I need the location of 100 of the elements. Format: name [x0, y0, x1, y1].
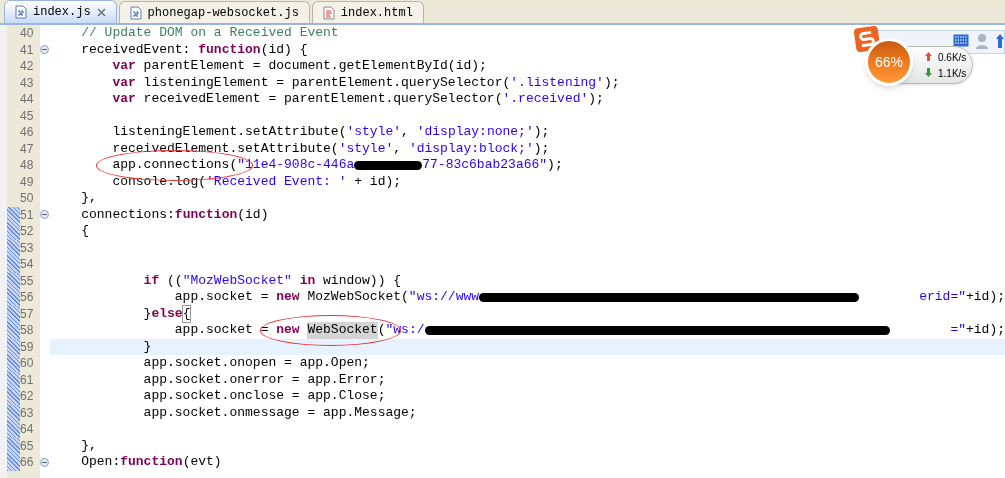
line-number: 55	[20, 272, 34, 289]
string-text: 'display:block;'	[408, 140, 534, 157]
line-number: 40	[20, 25, 34, 42]
keyword-text: var	[112, 74, 136, 91]
line-number: 63	[20, 404, 34, 421]
line-number: 66	[20, 454, 34, 471]
code-text: ((	[166, 272, 183, 289]
keyword-text: new	[276, 289, 300, 306]
js-file-icon	[129, 5, 142, 20]
memory-percent: 66%	[875, 52, 903, 72]
line-number: 65	[20, 437, 34, 454]
line-number: 45	[20, 107, 34, 124]
collapse-icon[interactable]	[40, 210, 49, 220]
line-number: 64	[20, 421, 34, 438]
code-text: ,	[401, 124, 410, 141]
code-text: parentElement = document.getElementById(id);	[142, 58, 487, 75]
string-text: "ws:/	[385, 322, 425, 339]
code-text: app.socket =	[174, 322, 270, 339]
code-text: app.socket.onerror = app.Error;	[143, 371, 386, 388]
string-text: 'Received Event: '	[206, 173, 347, 190]
code-text: );	[533, 124, 550, 141]
string-text: "ws://www	[408, 289, 480, 306]
code-text: receivedElement = parentElement.querySelector(	[142, 91, 503, 108]
collapse-icon[interactable]	[40, 457, 49, 467]
string-text: "11e4-908c-446a	[237, 157, 355, 174]
line-number: 60	[20, 355, 34, 372]
line-number: 62	[20, 388, 34, 405]
code-text: );	[547, 157, 563, 174]
line-number: 51	[20, 206, 34, 223]
keyword-text: function	[174, 206, 238, 223]
upload-speed: 0.6K/s	[938, 51, 967, 65]
code-text: }	[143, 338, 152, 355]
code-text: (id)	[237, 206, 269, 223]
code-text: app.socket.onclose = app.Close;	[143, 388, 386, 405]
string-text: '.listening'	[510, 74, 604, 91]
keyword-text: else	[151, 305, 183, 322]
code-text: );	[533, 140, 550, 157]
code-text: {	[81, 223, 89, 240]
keyword-text: function	[120, 454, 183, 471]
code-text: + id);	[353, 173, 402, 190]
line-number: 46	[20, 124, 34, 141]
line-number: 54	[20, 256, 34, 273]
keyword-text: var	[112, 58, 136, 75]
line-number: 52	[20, 223, 34, 240]
download-arrow-icon	[925, 68, 932, 77]
keyword-text: in	[298, 272, 316, 289]
html-file-icon	[322, 5, 335, 20]
line-number: 41	[20, 41, 34, 58]
keyword-text: if	[143, 272, 160, 289]
line-number: 53	[20, 239, 34, 256]
code-text: +id);	[966, 322, 1005, 339]
editor-tab[interactable]: phonegap-websocket.js	[118, 1, 310, 23]
code-text: }	[143, 305, 152, 322]
code-text: Open:	[81, 454, 121, 471]
keyword-text: var	[112, 91, 136, 108]
line-number: 57	[20, 305, 34, 322]
code-text: window)) {	[322, 272, 402, 289]
line-number: 49	[20, 173, 34, 190]
matched-bracket: {	[182, 305, 191, 322]
upload-arrow-icon	[925, 52, 932, 61]
code-text: ,	[393, 140, 403, 157]
code-text: receivedEvent:	[81, 41, 192, 58]
string-text: ="	[950, 322, 966, 339]
collapse-icon[interactable]	[40, 45, 49, 55]
code-text: app.socket.onmessage = app.Message;	[143, 404, 417, 421]
string-text: 'display:none;'	[416, 124, 534, 141]
code-text: },	[81, 190, 97, 207]
line-number: 44	[20, 91, 34, 108]
line-number: 50	[20, 190, 34, 207]
line-number: 56	[20, 289, 34, 306]
string-text: 77-83c6bab23a66"	[422, 157, 548, 174]
close-icon[interactable]	[96, 7, 106, 17]
keyword-text: new	[276, 322, 301, 339]
line-number: 59	[20, 338, 34, 355]
code-text: app.socket.onopen = app.Open;	[143, 355, 370, 372]
code-text: );	[588, 91, 604, 108]
code-text: },	[81, 437, 97, 454]
code-text: +id);	[966, 289, 1005, 306]
code-text: MozWebSocket(	[306, 289, 409, 306]
redaction-mark	[354, 160, 423, 170]
string-text: '.received'	[502, 91, 589, 108]
arrow-up-icon[interactable]	[996, 34, 1004, 48]
editor-tab[interactable]: index.js	[4, 0, 117, 23]
code-text: app.connections(	[112, 157, 238, 174]
line-number: 43	[20, 74, 34, 91]
string-text: erid="	[919, 289, 966, 306]
code-text: (evt)	[182, 454, 222, 471]
line-number: 58	[20, 322, 34, 339]
code-text: listeningElement.setAttribute(	[112, 124, 347, 141]
highlighted-text: WebSocket	[307, 322, 378, 339]
code-text: (	[377, 322, 386, 339]
code-text: connections:	[81, 206, 175, 223]
js-file-icon	[15, 5, 27, 19]
code-text: receivedElement.setAttribute(	[112, 140, 339, 157]
code-text: app.socket =	[174, 289, 270, 306]
editor-tab[interactable]: index.html	[311, 1, 424, 23]
line-number: 48	[20, 157, 34, 174]
code-text: console.log(	[112, 173, 207, 190]
download-speed: 1.1K/s	[938, 67, 967, 81]
line-number: 61	[20, 371, 34, 388]
